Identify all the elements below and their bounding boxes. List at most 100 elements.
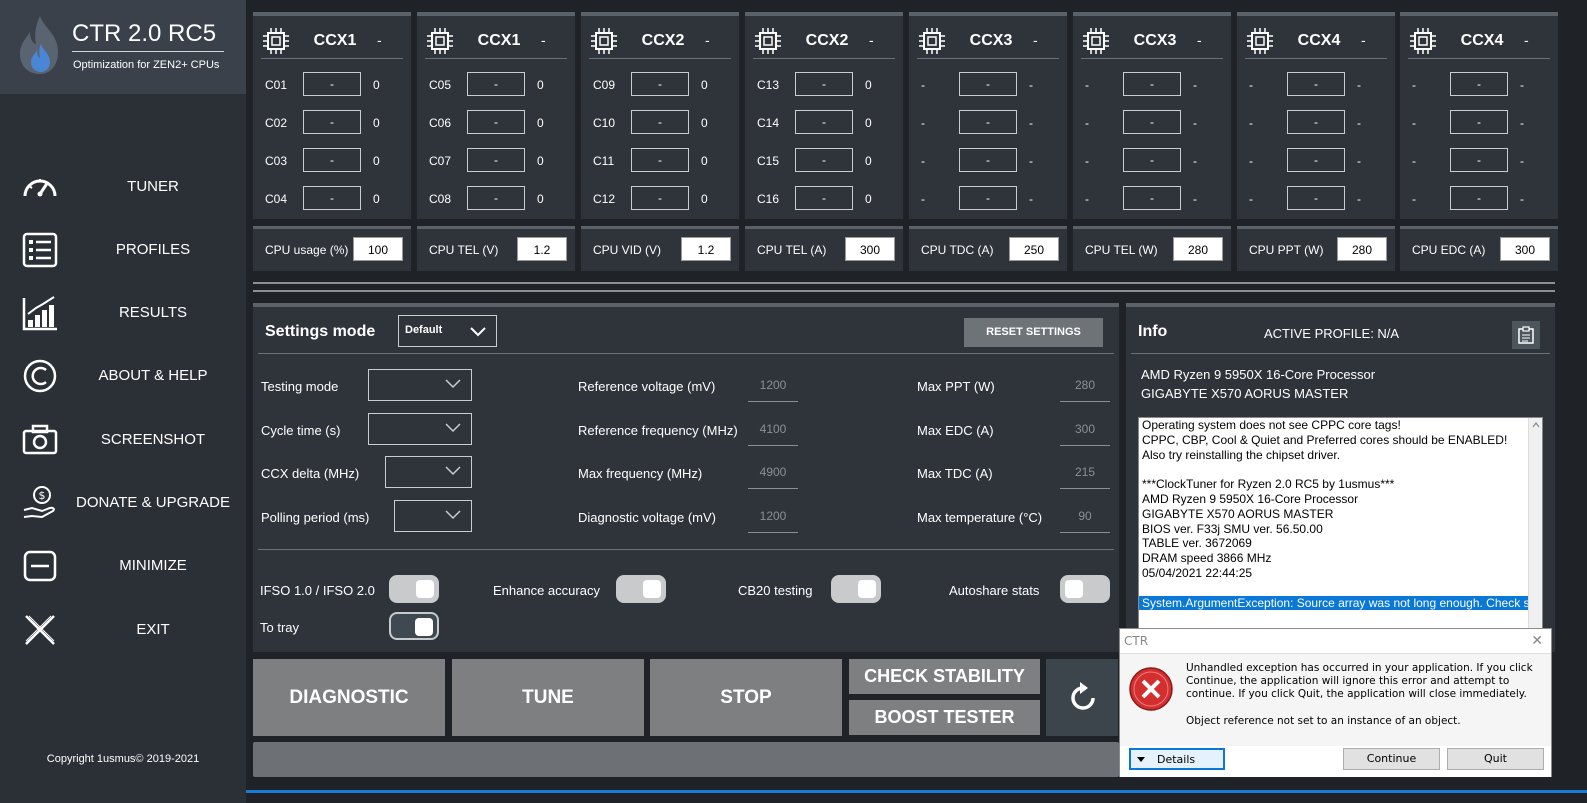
core-freq-box[interactable]: -: [959, 148, 1017, 172]
core-freq-box[interactable]: -: [959, 110, 1017, 134]
max-tdc-input[interactable]: 215: [1060, 465, 1110, 489]
ifso-label: IFSO 1.0 / IFSO 2.0: [260, 583, 375, 598]
core-freq-box[interactable]: -: [1123, 110, 1181, 134]
settings-mode-dropdown[interactable]: Default: [398, 315, 497, 347]
boost-tester-button[interactable]: BOOST TESTER: [849, 700, 1040, 735]
core-freq-box[interactable]: -: [795, 186, 853, 210]
core-freq-box[interactable]: -: [1287, 148, 1345, 172]
core-row: ---: [1073, 148, 1231, 174]
quit-button[interactable]: Quit: [1447, 748, 1544, 770]
core-freq-box[interactable]: -: [1123, 148, 1181, 172]
core-freq-box[interactable]: -: [1450, 72, 1508, 96]
progress-bar: [253, 742, 1119, 777]
core-freq-box[interactable]: -: [303, 148, 361, 172]
core-freq-box[interactable]: -: [467, 72, 525, 96]
enhance-accuracy-toggle[interactable]: [616, 575, 666, 603]
core-freq-box[interactable]: -: [1287, 110, 1345, 134]
core-row: ---: [1073, 72, 1231, 98]
max-temperature-input[interactable]: 90: [1060, 509, 1110, 533]
diagnostic-button[interactable]: DIAGNOSTIC: [253, 659, 445, 736]
core-freq-box[interactable]: -: [467, 186, 525, 210]
reference-voltage-input[interactable]: 1200: [748, 378, 798, 402]
sidebar-item-results[interactable]: RESULTS: [0, 288, 246, 338]
core-freq-box[interactable]: -: [1123, 72, 1181, 96]
close-icon: [25, 615, 55, 645]
core-label: -: [1085, 154, 1089, 168]
sidebar-item-profiles[interactable]: PROFILES: [0, 225, 246, 275]
dialog-close-icon[interactable]: ✕: [1531, 633, 1543, 649]
core-label: -: [1249, 116, 1253, 130]
core-freq-box[interactable]: -: [303, 186, 361, 210]
core-freq-box[interactable]: -: [1450, 110, 1508, 134]
core-freq-box[interactable]: -: [303, 72, 361, 96]
ccx-header: CCX1 -: [253, 24, 411, 54]
to-tray-toggle[interactable]: [389, 612, 439, 640]
log-textbox[interactable]: Operating system does not see CPPC core …: [1138, 417, 1543, 647]
sidebar-item-tuner[interactable]: TUNER: [0, 162, 246, 212]
refresh-button[interactable]: [1046, 659, 1118, 736]
core-freq-box[interactable]: -: [959, 186, 1017, 210]
tune-button[interactable]: TUNE: [452, 659, 644, 736]
sidebar-item-label: DONATE & UPGRADE: [76, 494, 230, 511]
ifso-toggle[interactable]: [389, 575, 439, 603]
app-subtitle: Optimization for ZEN2+ CPUs: [73, 59, 220, 71]
log-scrollbar[interactable]: [1528, 418, 1542, 646]
core-freq-box[interactable]: -: [631, 110, 689, 134]
core-freq-box[interactable]: -: [795, 110, 853, 134]
core-label: -: [921, 192, 925, 206]
core-freq-box[interactable]: -: [631, 72, 689, 96]
core-freq-box[interactable]: -: [1287, 186, 1345, 210]
sidebar-item-minimize[interactable]: MINIMIZE: [0, 541, 246, 591]
core-value: -: [1357, 78, 1361, 92]
core-label: -: [1085, 78, 1089, 92]
settings-mode-value: Default: [405, 324, 443, 336]
continue-button[interactable]: Continue: [1343, 748, 1440, 770]
core-label: -: [921, 154, 925, 168]
core-freq-box[interactable]: -: [795, 148, 853, 172]
core-freq-box[interactable]: -: [467, 148, 525, 172]
cycle-time-label: Cycle time (s): [261, 423, 341, 438]
stat-value: 300: [1500, 237, 1550, 261]
cb20-testing-toggle[interactable]: [831, 575, 881, 603]
chevron-down-icon: [445, 466, 461, 476]
sidebar-item-about-help[interactable]: ABOUT & HELP: [0, 351, 246, 401]
sidebar-item-exit[interactable]: EXIT: [0, 605, 246, 655]
core-freq-box[interactable]: -: [1450, 148, 1508, 172]
core-row: ---: [1237, 148, 1395, 174]
sidebar-item-screenshot[interactable]: SCREENSHOT: [0, 415, 246, 465]
max-ppt-input[interactable]: 280: [1060, 378, 1110, 402]
ccx-delta-dropdown[interactable]: [385, 456, 472, 488]
core-freq-box[interactable]: -: [1123, 186, 1181, 210]
core-value: 0: [701, 78, 708, 92]
ccx-header: CCX4 -: [1400, 24, 1558, 54]
diagnostic-voltage-input[interactable]: 1200: [748, 509, 798, 533]
stat-label: CPU VID (V): [593, 243, 662, 257]
core-freq-box[interactable]: -: [1450, 186, 1508, 210]
core-value: 0: [537, 154, 544, 168]
polling-period-dropdown[interactable]: [394, 500, 472, 532]
copy-log-button[interactable]: [1512, 321, 1540, 349]
reset-settings-button[interactable]: RESET SETTINGS: [964, 318, 1103, 347]
core-row: C12 -0: [581, 186, 739, 212]
ccx-name: CCX3: [969, 32, 1013, 49]
autoshare-stats-toggle[interactable]: [1060, 575, 1110, 603]
reference-frequency-input[interactable]: 4100: [748, 422, 798, 446]
max-edc-input[interactable]: 300: [1060, 422, 1110, 446]
core-freq-box[interactable]: -: [467, 110, 525, 134]
stop-button[interactable]: STOP: [650, 659, 842, 736]
check-stability-button[interactable]: CHECK STABILITY: [849, 659, 1040, 694]
core-freq-box[interactable]: -: [303, 110, 361, 134]
core-freq-box[interactable]: -: [959, 72, 1017, 96]
sidebar-item-label: EXIT: [136, 621, 170, 638]
core-freq-box[interactable]: -: [795, 72, 853, 96]
testing-mode-dropdown[interactable]: [368, 369, 472, 401]
ccx-status: -: [1361, 32, 1366, 48]
max-frequency-input[interactable]: 4900: [748, 465, 798, 489]
ccx-name: CCX4: [1297, 32, 1341, 49]
core-freq-box[interactable]: -: [1287, 72, 1345, 96]
cycle-time-dropdown[interactable]: [368, 413, 472, 445]
core-freq-box[interactable]: -: [631, 186, 689, 210]
sidebar-item-donate-upgrade[interactable]: $ DONATE & UPGRADE: [0, 478, 246, 528]
core-freq-box[interactable]: -: [631, 148, 689, 172]
details-button[interactable]: Details: [1129, 748, 1225, 770]
